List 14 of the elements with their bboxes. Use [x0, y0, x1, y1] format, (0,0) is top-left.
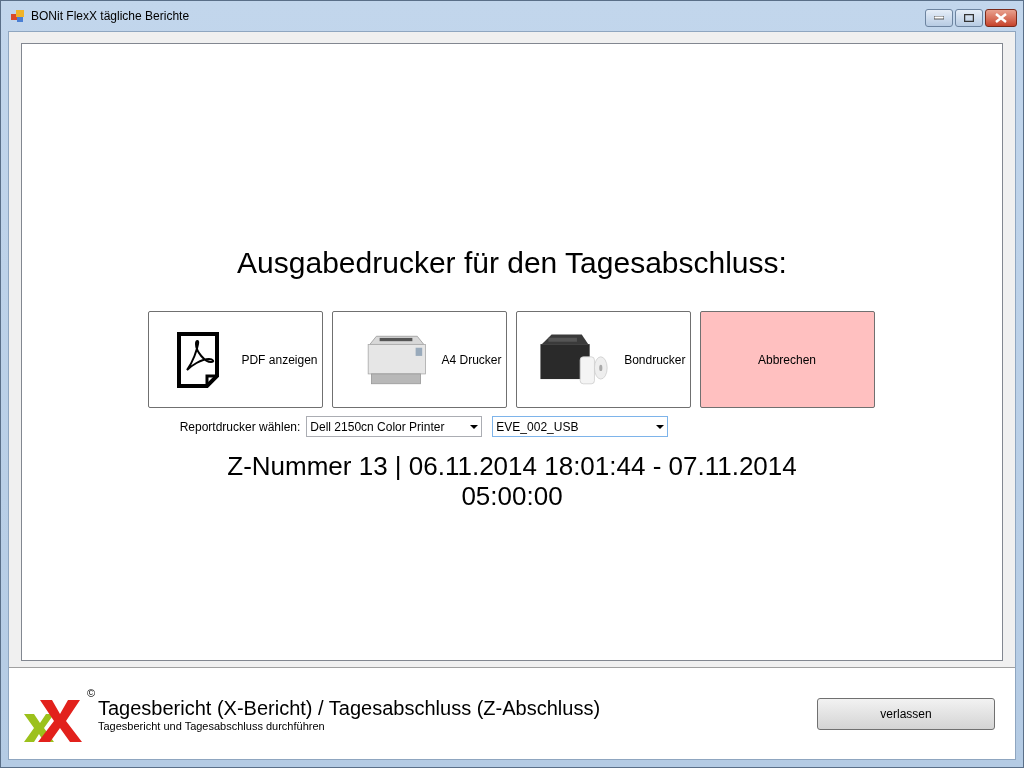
- heading: Ausgabedrucker für den Tagesabschluss:: [237, 245, 787, 281]
- printer-select-label: Reportdrucker wählen:: [179, 418, 301, 436]
- receipt-printer-dropdown[interactable]: EVE_002_USB: [492, 416, 669, 437]
- z-number-info: Z-Nummer 13 | 06.11.2014 18:01:44 - 07.11.2014 05:00:00: [226, 451, 798, 511]
- exit-button[interactable]: verlassen: [817, 697, 995, 730]
- footer-subtitle: Tagesbericht und Tagesabschluss durchführen: [98, 719, 326, 732]
- a4-printer-dropdown[interactable]: Dell 2150cn Color Printer: [306, 416, 483, 437]
- window-title: BONit FlexX tägliche Berichte: [31, 8, 190, 25]
- cancel-button[interactable]: Abbrechen: [699, 311, 875, 408]
- printer-button[interactable]: Bondrucker: [515, 311, 691, 408]
- footer-title: Tagesbericht (X-Bericht) / Tagesabschluss (Z-Abschluss): [98, 695, 601, 720]
- printer-button[interactable]: A4 Drucker: [331, 311, 507, 408]
- copyright-mark: ©: [87, 685, 96, 701]
- pdf-view-button[interactable]: PDF anzeigen: [147, 311, 323, 408]
